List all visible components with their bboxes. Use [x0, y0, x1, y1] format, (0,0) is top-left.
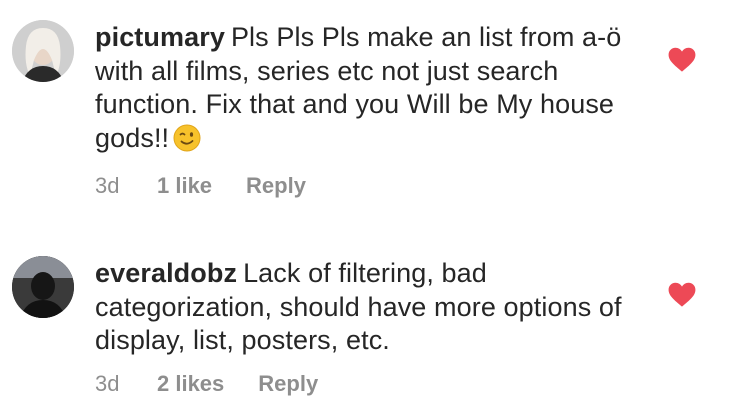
comment-meta: 3d 1 like Reply [95, 173, 306, 199]
avatar[interactable] [12, 256, 74, 318]
avatar-image [12, 20, 74, 82]
comment-time: 3d [95, 371, 120, 396]
comment-time: 3d [95, 173, 120, 198]
comment-likes-count[interactable]: 2 likes [157, 371, 224, 397]
like-heart-icon[interactable] [668, 282, 696, 308]
comment-username[interactable]: pictumary [95, 22, 225, 52]
reply-button[interactable]: Reply [246, 173, 306, 199]
comment: everaldobz Lack of filtering, bad categor… [0, 240, 731, 415]
comment-username[interactable]: everaldobz [95, 258, 237, 288]
reply-button[interactable]: Reply [258, 371, 318, 397]
winking-face-emoji-icon [173, 124, 201, 161]
comment-body: everaldobz Lack of filtering, bad categor… [95, 257, 635, 358]
comment-likes-count[interactable]: 1 like [157, 173, 212, 199]
avatar[interactable] [12, 20, 74, 82]
comment: pictumary Pls Pls Pls make an list from a… [0, 0, 731, 215]
avatar-image [12, 256, 74, 318]
like-heart-icon[interactable] [668, 47, 696, 73]
comment-body: pictumary Pls Pls Pls make an list from a… [95, 21, 635, 160]
comment-meta: 3d 2 likes Reply [95, 371, 318, 397]
